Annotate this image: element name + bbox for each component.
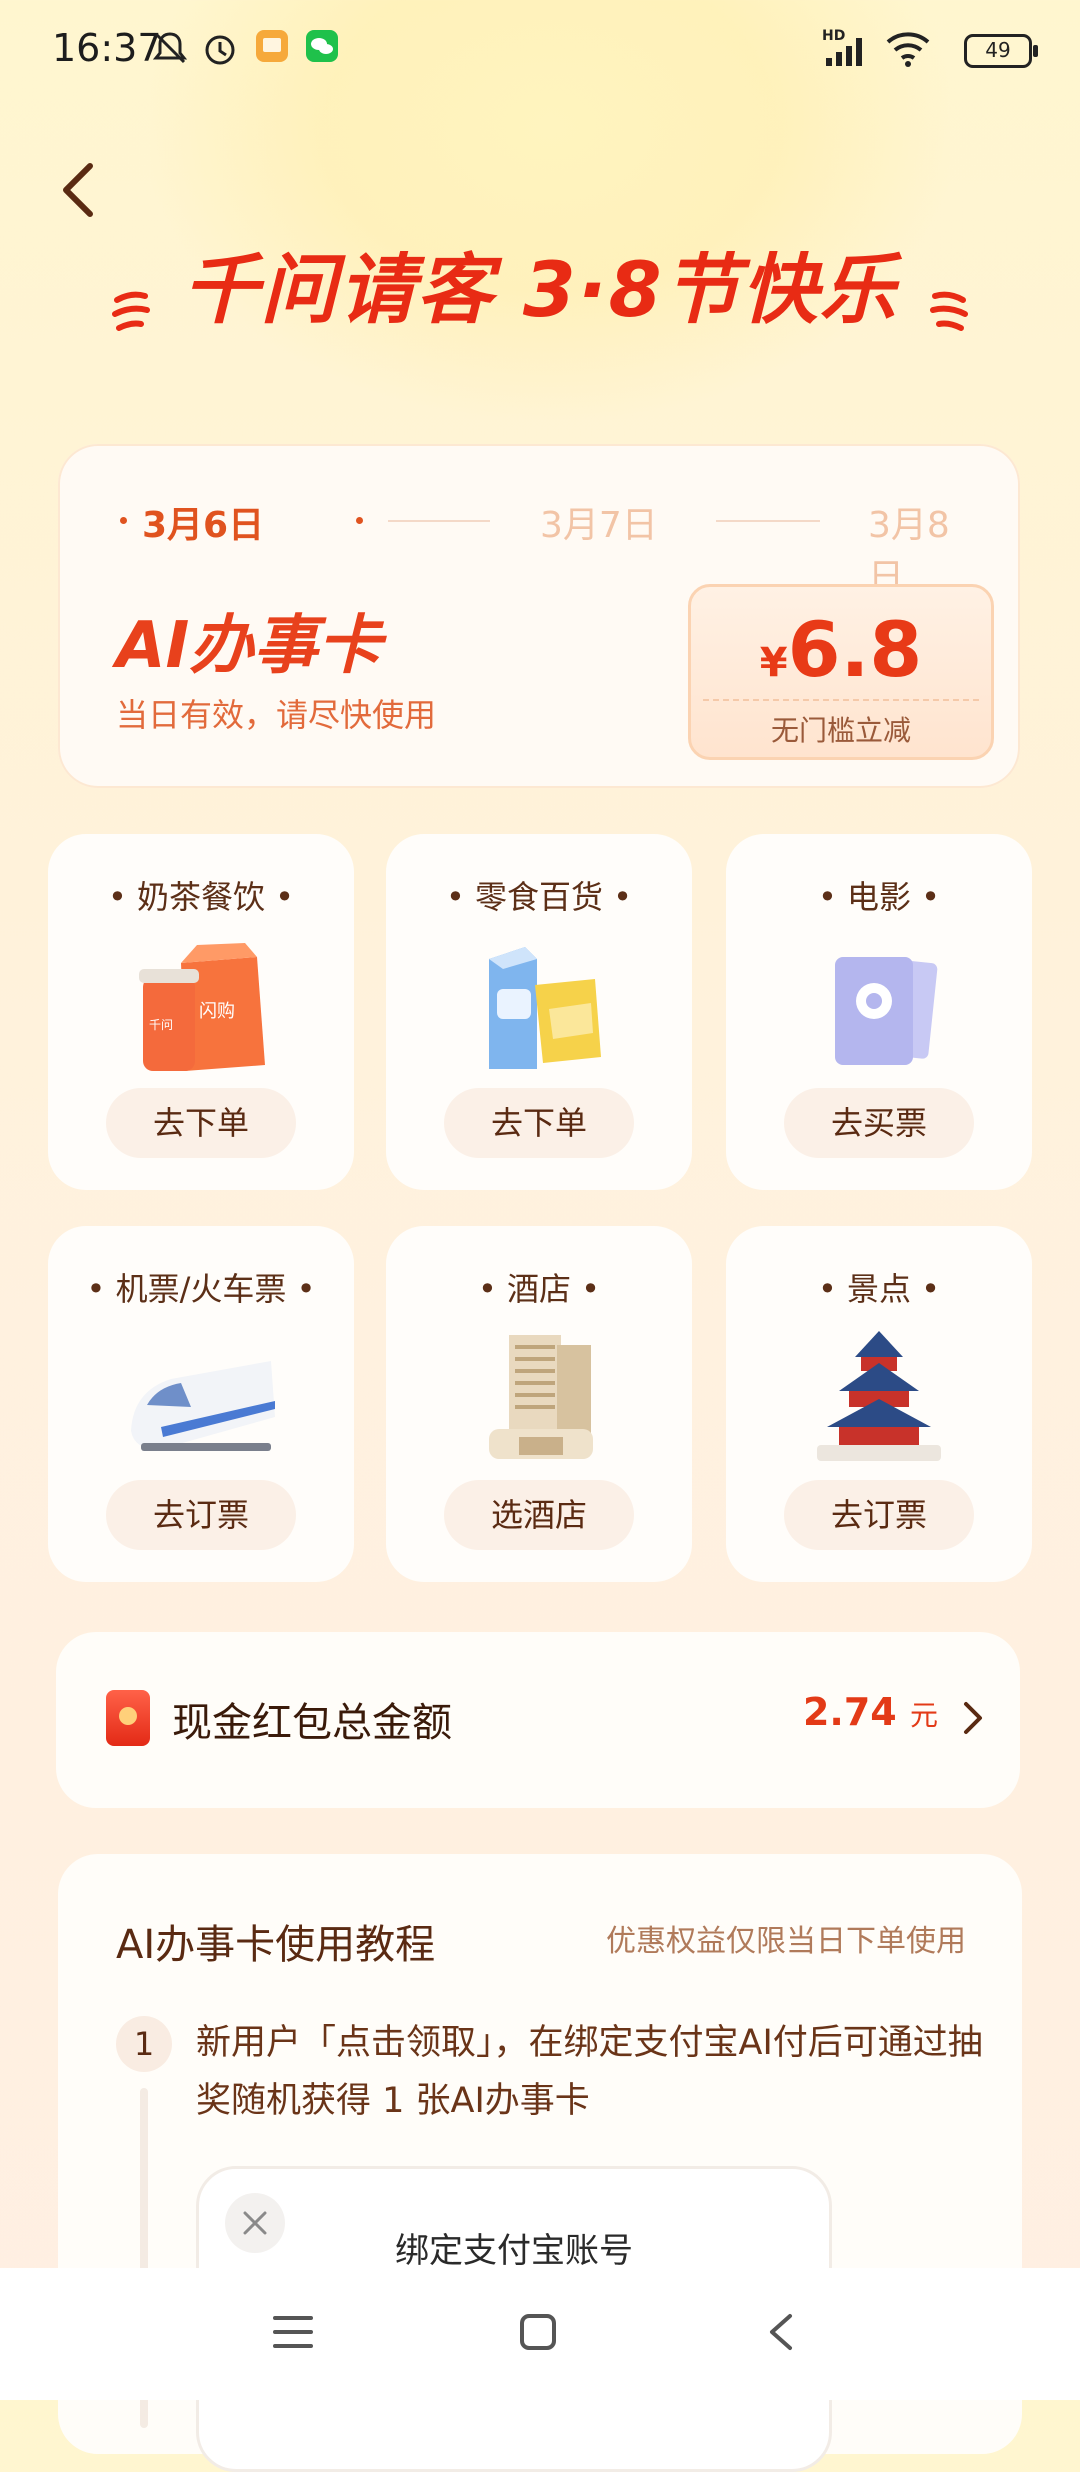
notes-app-icon (256, 30, 288, 62)
right-ribbon-deco-icon (929, 291, 968, 331)
red-packet-total: 2.74 元 (802, 1690, 938, 1734)
battery-indicator: 49 (964, 34, 1038, 68)
tile-action-button[interactable]: 去买票 (784, 1088, 974, 1158)
service-tile-movie[interactable]: • 电影 • 去买票 (726, 834, 1032, 1190)
page-title: 千问请客 3·8节快乐 (182, 245, 898, 334)
service-label: • 奶茶餐饮 • (107, 878, 295, 916)
svg-text:千问: 千问 (149, 1018, 173, 1032)
red-envelope-icon (106, 1690, 150, 1746)
snacks-icon (489, 947, 601, 1069)
card-subtitle: 当日有效，请尽快使用 (116, 696, 437, 734)
svg-text:闪购: 闪购 (199, 1001, 235, 1022)
menu-icon[interactable] (272, 2312, 314, 2352)
date-tab-2[interactable]: 3月7日 (540, 496, 658, 548)
ai-card: 3月6日 3月7日 3月8日 AI办事卡 当日有效，请尽快使用 ¥6.8 无门槛… (58, 444, 1020, 788)
status-bar: 16:37 HD 49 (0, 0, 1080, 100)
date-tab-1[interactable]: 3月6日 (142, 496, 264, 548)
active-date-dot (120, 517, 127, 524)
service-tile-hotel[interactable]: • 酒店 • 选酒店 (386, 1226, 692, 1582)
system-nav-bar (0, 2268, 1080, 2400)
service-label: • 酒店 • (477, 1270, 601, 1308)
movie-ticket-icon (835, 957, 938, 1065)
date-divider (716, 520, 820, 522)
wechat-icon (306, 30, 338, 62)
service-tile-train[interactable]: • 机票/火车票 • 去订票 (48, 1226, 354, 1582)
date-selector: 3月6日 3月7日 3月8日 (120, 496, 980, 598)
nav-back-icon[interactable] (766, 2312, 796, 2352)
temple-icon (817, 1331, 941, 1461)
mute-bell-icon (152, 32, 188, 64)
modal-title: 绑定支付宝账号 (395, 2231, 633, 2271)
hotel-icon (489, 1335, 593, 1459)
coupon-amount: ¥6.8 (691, 605, 991, 694)
red-packet-label: 现金红包总金额 (172, 1700, 452, 1746)
wifi-icon (886, 32, 930, 67)
date-divider (388, 520, 490, 522)
milk-tea-icon: 闪购 千问 (139, 943, 265, 1071)
service-label: • 零食百货 • (445, 878, 633, 916)
step-text: 新用户「点击领取」，在绑定支付宝AI付后可通过抽奖随机获得 1 张AI办事卡 (196, 2023, 983, 2121)
service-label: • 电影 • (817, 878, 941, 916)
tutorial-note: 优惠权益仅限当日下单使用 (606, 1924, 966, 1959)
red-packet-row[interactable]: 现金红包总金额 2.74 元 (56, 1632, 1020, 1808)
service-label: • 景点 • (817, 1270, 941, 1308)
active-date-dot (356, 517, 363, 524)
coupon-value: 6.8 (787, 605, 923, 694)
page-title-row: 千问请客 3·8节快乐 (0, 228, 1080, 342)
signal-icon (826, 38, 862, 66)
tile-action-button[interactable]: 去下单 (106, 1088, 296, 1158)
left-ribbon-deco-icon (112, 291, 151, 331)
back-arrow-icon[interactable] (58, 160, 98, 220)
service-tile-milk-tea[interactable]: • 奶茶餐饮 • 闪购 千问 去下单 (48, 834, 354, 1190)
card-name: AI办事卡 (116, 609, 382, 683)
tile-action-button[interactable]: 去订票 (784, 1480, 974, 1550)
tutorial-title: AI办事卡使用教程 (116, 1922, 436, 1968)
alarm-icon (205, 35, 235, 65)
chevron-right-icon (964, 1702, 982, 1734)
tile-action-button[interactable]: 选酒店 (444, 1480, 634, 1550)
coupon-separator (703, 699, 979, 701)
tile-action-button[interactable]: 去订票 (106, 1480, 296, 1550)
tile-action-button[interactable]: 去下单 (444, 1088, 634, 1158)
home-icon[interactable] (518, 2312, 558, 2352)
coupon-badge[interactable]: ¥6.8 无门槛立减 (688, 584, 994, 760)
coupon-currency: ¥ (759, 640, 788, 686)
train-icon (131, 1361, 275, 1451)
status-time: 16:37 (52, 26, 162, 70)
service-tile-scenic[interactable]: • 景点 • 去订票 (726, 1226, 1032, 1582)
service-tile-snacks[interactable]: • 零食百货 • 去下单 (386, 834, 692, 1190)
service-label: • 机票/火车票 • (86, 1270, 316, 1308)
step-number-badge: 1 (116, 2016, 172, 2072)
coupon-caption: 无门槛立减 (770, 714, 911, 747)
